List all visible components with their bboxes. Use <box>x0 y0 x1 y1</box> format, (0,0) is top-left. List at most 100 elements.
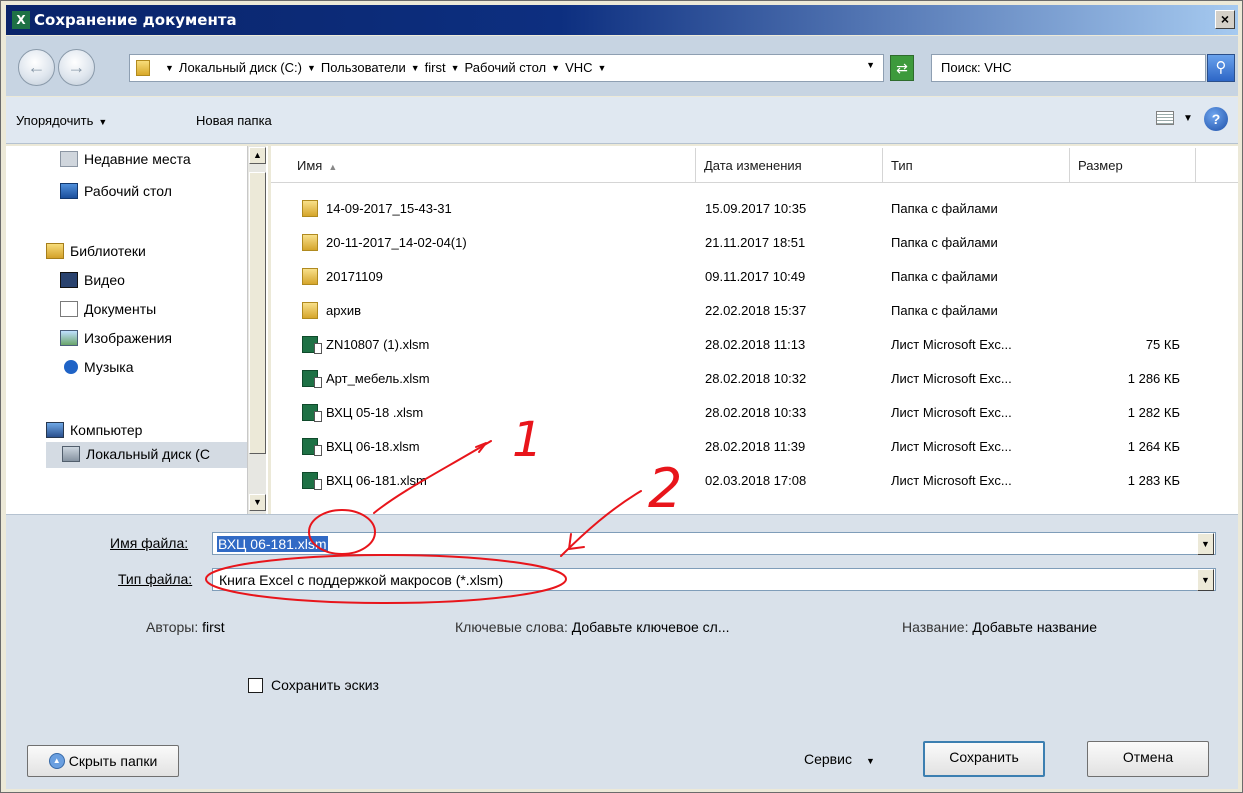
organize-button[interactable]: Упорядочить ▼ <box>16 113 107 128</box>
forward-button[interactable]: → <box>58 49 95 86</box>
breadcrumb[interactable]: ▼ Локальный диск (C:) ▼ Пользователи ▼ first ▼… <box>129 54 884 82</box>
chevron-right-icon[interactable]: ▼ <box>165 63 174 73</box>
chevron-down-icon[interactable]: ▼ <box>1183 113 1193 124</box>
column-header-size[interactable]: Размер <box>1070 148 1196 182</box>
breadcrumb-item[interactable]: first <box>425 60 446 75</box>
file-type-cell: Лист Microsoft Exc... <box>891 371 1012 386</box>
sidebar-item-label: Библиотеки <box>70 243 146 259</box>
excel-file-icon <box>302 370 322 388</box>
sidebar-item-video[interactable]: Видео <box>60 272 125 288</box>
file-size-cell: 75 КБ <box>1145 337 1180 352</box>
refresh-button[interactable]: ⇄ <box>890 55 914 81</box>
address-bar: ← → ▼ Локальный диск (C:) ▼ Пользователи ▼ fi… <box>6 36 1238 96</box>
search-icon: ⚲ <box>1215 59 1227 76</box>
close-button[interactable]: × <box>1215 10 1235 29</box>
sidebar-item-music[interactable]: Музыка <box>64 359 134 375</box>
breadcrumb-item[interactable]: Локальный диск (C:) <box>179 60 302 75</box>
sidebar-item-local-disk[interactable]: Локальный диск (С <box>62 446 210 462</box>
column-header-name[interactable]: Имя ▲ <box>289 148 696 182</box>
sidebar-item-desktop[interactable]: Рабочий стол <box>60 183 172 199</box>
chevron-down-icon[interactable]: ▼ <box>1197 569 1214 591</box>
column-header-type[interactable]: Тип <box>883 148 1070 182</box>
file-name-cell: 20171109 <box>326 269 383 284</box>
excel-file-icon <box>302 438 322 456</box>
sort-ascending-icon: ▲ <box>328 162 338 172</box>
help-icon[interactable]: ? <box>1204 107 1228 131</box>
filetype-select[interactable]: Книга Excel с поддержкой макросов (*.xls… <box>212 568 1216 591</box>
file-size-cell: 1 286 КБ <box>1127 371 1180 386</box>
cancel-button[interactable]: Отмена <box>1087 741 1209 777</box>
sidebar-item-computer[interactable]: Компьютер <box>46 422 142 438</box>
sidebar-item-documents[interactable]: Документы <box>60 301 156 317</box>
filetype-value: Книга Excel с поддержкой макросов (*.xls… <box>219 572 504 588</box>
save-button[interactable]: Сохранить <box>923 741 1045 777</box>
new-folder-button[interactable]: Новая папка <box>196 113 272 128</box>
chevron-right-icon[interactable]: ▼ <box>451 63 460 73</box>
back-arrow-icon: ← <box>27 57 46 77</box>
disk-icon <box>62 446 80 462</box>
table-row[interactable]: Арт_мебель.xlsm 28.02.2018 10:32 Лист Micr… <box>271 363 1238 397</box>
search-button[interactable]: ⚲ <box>1207 54 1235 82</box>
file-name-cell: ВХЦ 06-18.xlsm <box>326 439 420 454</box>
filename-label-text: Имя файла: <box>110 535 189 551</box>
save-form: Имя файла: ВХЦ 06-181.xlsm ▼ Тип файла: … <box>6 514 1238 789</box>
breadcrumb-item[interactable]: Пользователи <box>321 60 406 75</box>
table-row[interactable]: ВХЦ 05-18 .xlsm 28.02.2018 10:33 Лист Micr… <box>271 397 1238 431</box>
title-field[interactable]: Название: Добавьте название <box>902 619 1097 635</box>
refresh-icon: ⇄ <box>896 60 908 76</box>
scroll-thumb[interactable] <box>249 172 266 454</box>
file-list: Имя ▲ Дата изменения Тип Размер 14-09-201… <box>271 146 1238 514</box>
sidebar-item-libraries[interactable]: Библиотеки <box>46 243 146 259</box>
computer-icon <box>46 422 64 438</box>
search-input[interactable]: Поиск: VHC <box>931 54 1206 82</box>
hide-folders-button[interactable]: ▲ Скрыть папки <box>27 745 179 777</box>
tools-menu-button[interactable]: Сервис ▼ <box>804 751 875 767</box>
chevron-down-icon[interactable]: ▼ <box>866 60 875 70</box>
folder-icon <box>302 234 318 251</box>
nav-scrollbar[interactable]: ▲ ▼ <box>247 146 266 514</box>
chevron-down-icon: ▼ <box>98 117 108 127</box>
table-row[interactable]: ВХЦ 06-18.xlsm 28.02.2018 11:39 Лист Micro… <box>271 431 1238 465</box>
keywords-field[interactable]: Ключевые слова: Добавьте ключевое сл... <box>455 619 730 635</box>
file-date-cell: 09.11.2017 10:49 <box>705 269 806 284</box>
breadcrumb-item[interactable]: VHC <box>565 60 592 75</box>
folder-icon <box>302 302 318 319</box>
sidebar-item-label: Документы <box>84 301 157 317</box>
table-row[interactable]: 20-11-2017_14-02-04(1) 21.11.2017 18:51 Па… <box>271 227 1238 261</box>
filename-field[interactable]: ВХЦ 06-181.xlsm ▼ <box>212 532 1216 555</box>
table-row[interactable]: 14-09-2017_15-43-31 15.09.2017 10:35 Папка… <box>271 193 1238 227</box>
scroll-down-icon[interactable]: ▼ <box>249 494 266 511</box>
chevron-right-icon[interactable]: ▼ <box>551 63 560 73</box>
back-button[interactable]: ← <box>18 49 55 86</box>
file-name-cell: архив <box>326 303 361 318</box>
sidebar-item-recent[interactable]: Недавние места <box>60 151 191 167</box>
table-row[interactable]: ВХЦ 06-181.xlsm 02.03.2018 17:08 Лист Micr… <box>271 465 1238 499</box>
scroll-up-icon[interactable]: ▲ <box>249 147 266 164</box>
file-type-cell: Лист Microsoft Exc... <box>891 405 1012 420</box>
title-bar: X Сохранение документа × <box>6 5 1238 35</box>
save-thumbnail-checkbox[interactable] <box>248 678 263 693</box>
chevron-down-icon[interactable]: ▼ <box>1197 533 1214 555</box>
view-options-icon[interactable] <box>1156 111 1174 125</box>
table-row[interactable]: 20171109 09.11.2017 10:49 Папка с файлами <box>271 261 1238 295</box>
table-row[interactable]: архив 22.02.2018 15:37 Папка с файлами <box>271 295 1238 329</box>
chevron-right-icon[interactable]: ▼ <box>411 63 420 73</box>
chevron-right-icon[interactable]: ▼ <box>307 63 316 73</box>
column-header-date[interactable]: Дата изменения <box>696 148 883 182</box>
file-type-cell: Папка с файлами <box>891 303 998 318</box>
column-header-label: Имя <box>297 158 323 173</box>
file-date-cell: 15.09.2017 10:35 <box>705 201 807 216</box>
file-name-cell: ВХЦ 06-181.xlsm <box>326 473 427 488</box>
chevron-right-icon[interactable]: ▼ <box>598 63 607 73</box>
music-icon <box>64 360 78 374</box>
chevron-down-icon: ▼ <box>865 756 875 766</box>
excel-file-icon <box>302 404 322 422</box>
sidebar-item-images[interactable]: Изображения <box>60 330 172 346</box>
authors-field[interactable]: Авторы: first <box>146 619 225 635</box>
filename-value: ВХЦ 06-181.xlsm <box>217 536 328 552</box>
file-type-cell: Папка с файлами <box>891 269 998 284</box>
file-type-cell: Лист Microsoft Exc... <box>891 439 1012 454</box>
file-size-cell: 1 282 КБ <box>1127 405 1180 420</box>
breadcrumb-item[interactable]: Рабочий стол <box>465 60 547 75</box>
table-row[interactable]: ZN10807 (1).xlsm 28.02.2018 11:13 Лист Mic… <box>271 329 1238 363</box>
